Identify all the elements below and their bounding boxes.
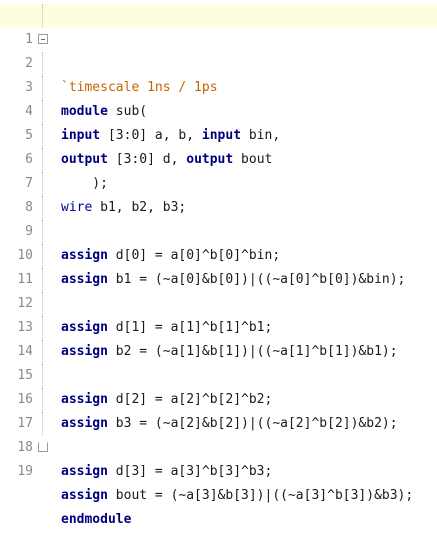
code-line[interactable]: 12 assign b2 = (~a[1]&b[1])|((~a[1]^b[1]… bbox=[0, 268, 437, 359]
line-number: 19 bbox=[17, 464, 33, 479]
fold-end-icon[interactable] bbox=[38, 442, 48, 452]
indent-guide bbox=[42, 148, 43, 172]
indent-guide bbox=[42, 124, 43, 148]
code-line[interactable]: 16 bbox=[0, 364, 437, 407]
line-text: assign bout = (~a[3]&b[3])|((~a[3]^b[3])… bbox=[61, 484, 413, 508]
indent-guide bbox=[42, 100, 43, 124]
indent-guide bbox=[42, 340, 43, 364]
code-line[interactable]: 15 assign b3 = (~a[2]&b[2])|((~a[2]^b[2]… bbox=[0, 340, 437, 431]
code-line[interactable]: 5 ); bbox=[0, 100, 437, 191]
code-line[interactable]: 9 assign b1 = (~a[0]&b[0])|((~a[0]^b[0])… bbox=[0, 196, 437, 287]
code-line[interactable]: 10 bbox=[0, 220, 437, 263]
code-line[interactable]: 19 endmodule bbox=[0, 436, 437, 527]
code-line[interactable]: 17 assign d[3] = a[3]^b[3]^b3; bbox=[0, 388, 437, 479]
code-line[interactable]: 13 bbox=[0, 292, 437, 335]
indent-guide bbox=[42, 4, 43, 28]
code-line[interactable]: 6 wire b1, b2, b3; bbox=[0, 124, 437, 215]
line-text: assign d[3] = a[3]^b[3]^b3; bbox=[61, 460, 272, 484]
keyword: assign bbox=[61, 464, 108, 479]
fold-collapse-icon[interactable] bbox=[38, 34, 48, 44]
code-line[interactable]: 18 assign bout = (~a[3]&b[3])|((~a[3]^b[… bbox=[0, 412, 437, 503]
code-line[interactable]: 14 assign d[2] = a[2]^b[2]^b2; bbox=[0, 316, 437, 407]
code-line[interactable]: 1 `timescale 1ns / 1ps bbox=[0, 4, 437, 95]
indent-guide bbox=[42, 76, 43, 100]
indent-guide bbox=[42, 292, 43, 316]
indent-guide bbox=[42, 316, 43, 340]
code-line[interactable]: 2 module sub( bbox=[0, 28, 437, 119]
code-text: d[3] = a[3]^b[3]^b3; bbox=[107, 464, 273, 479]
line-text: endmodule bbox=[61, 508, 131, 532]
indent-guide bbox=[42, 196, 43, 220]
keyword: endmodule bbox=[61, 512, 132, 527]
indent-guide bbox=[42, 172, 43, 196]
keyword: assign bbox=[61, 488, 108, 503]
indent-guide bbox=[42, 220, 43, 244]
indent-guide bbox=[42, 52, 43, 76]
code-line[interactable]: 8 assign d[0] = a[0]^b[0]^bin; bbox=[0, 172, 437, 263]
code-line[interactable]: 7 bbox=[0, 148, 437, 191]
indent-guide bbox=[42, 412, 43, 436]
indent-guide bbox=[42, 364, 43, 388]
indent-guide bbox=[42, 388, 43, 412]
code-line[interactable]: 3 input [3:0] a, b, input bin, bbox=[0, 52, 437, 143]
code-text: bout = (~a[3]&b[3])|((~a[3]^b[3])&b3); bbox=[107, 488, 414, 503]
indent-guide bbox=[42, 268, 43, 292]
indent-guide bbox=[42, 244, 43, 268]
code-line[interactable]: 4 output [3:0] d, output bout bbox=[0, 76, 437, 167]
code-editor[interactable]: 1 `timescale 1ns / 1ps 2 module sub( 3 i… bbox=[0, 0, 437, 527]
code-line[interactable]: 11 assign d[1] = a[1]^b[1]^b1; bbox=[0, 244, 437, 335]
